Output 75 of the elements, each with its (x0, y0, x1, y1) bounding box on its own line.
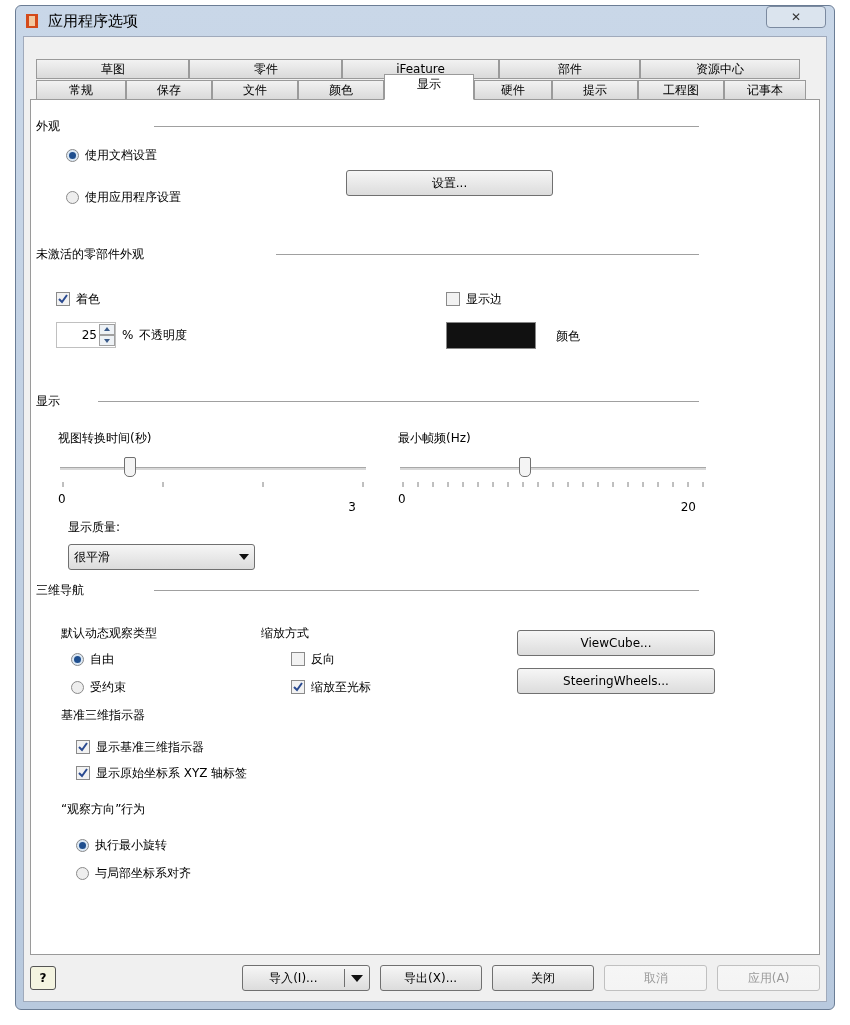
tab[interactable]: 文件 (212, 80, 298, 101)
radio-label: 执行最小旋转 (95, 837, 167, 855)
slider-thumb[interactable] (519, 457, 532, 478)
tab[interactable]: 保存 (126, 80, 212, 101)
checkbox-label: 着色 (76, 291, 100, 309)
section-title: 三维导航 (36, 582, 85, 600)
radio-button[interactable] (66, 148, 79, 162)
group-label: 默认动态观察类型 (61, 625, 158, 643)
button[interactable]: 设置... (346, 170, 553, 197)
slider-max: 3 (348, 499, 356, 517)
slider-min: 0 (58, 491, 66, 509)
radio-button[interactable] (71, 652, 84, 666)
slider-label: 最小帧频(Hz) (398, 430, 472, 448)
checkbox[interactable] (56, 292, 70, 307)
radio-label: 使用应用程序设置 (85, 189, 181, 207)
window-title: 应用程序选项 (48, 10, 138, 32)
section-title: 外观 (36, 118, 61, 136)
import-button[interactable]: 导入(I)... (241, 965, 370, 992)
checkbox-label: 显示原始坐标系 XYZ 轴标签 (96, 765, 248, 783)
checkbox[interactable] (291, 652, 305, 667)
radio-label: 与局部坐标系对齐 (95, 865, 191, 883)
group-label: “观察方向”行为 (61, 801, 147, 819)
radio-button[interactable] (71, 680, 84, 694)
tab[interactable]: 工程图 (638, 80, 724, 101)
opacity-label: 不透明度 (139, 327, 188, 345)
color-swatch[interactable] (446, 322, 536, 350)
checkbox-label: 显示边 (466, 291, 502, 309)
slider-label: 视图转换时间(秒) (58, 430, 153, 448)
group-label: 缩放方式 (261, 625, 310, 643)
group-label: 基准三维指示器 (61, 707, 146, 725)
tab[interactable]: 提示 (552, 80, 638, 101)
button[interactable]: 导出(X)... (379, 965, 482, 992)
spin-box[interactable]: 25 (56, 322, 116, 349)
tab[interactable]: 显示 (384, 74, 474, 101)
slider-min: 0 (398, 491, 406, 509)
section-title: 未激活的零部件外观 (36, 246, 145, 264)
quality-dropdown[interactable]: 很平滑 (68, 544, 255, 571)
close-button[interactable]: ✕ (766, 6, 826, 29)
radio-label: 使用文档设置 (85, 147, 157, 165)
caret-icon[interactable] (350, 974, 363, 982)
slider-max: 20 (680, 499, 696, 517)
checkbox[interactable] (446, 292, 460, 307)
checkbox-label: 缩放至光标 (311, 679, 371, 697)
tab[interactable]: 常规 (36, 80, 126, 101)
color-label: 颜色 (556, 327, 580, 345)
unit-label: % (122, 327, 134, 345)
caret-icon (239, 554, 249, 561)
section-title: 显示 (36, 393, 61, 411)
button[interactable]: 关闭 (491, 965, 595, 992)
checkbox[interactable] (291, 680, 305, 695)
radio-label: 受约束 (90, 679, 126, 697)
tab[interactable]: 部件 (499, 59, 640, 80)
tab[interactable]: 资源中心 (640, 59, 800, 80)
radio-button[interactable] (66, 190, 79, 204)
tab[interactable]: 零件 (189, 59, 342, 80)
radio-button[interactable] (76, 866, 89, 880)
checkbox[interactable] (76, 766, 90, 781)
radio-button[interactable] (76, 838, 89, 852)
tab[interactable]: 草图 (36, 59, 189, 80)
spin-value: 25 (81, 327, 98, 345)
checkbox-label: 显示基准三维指示器 (96, 739, 204, 757)
checkbox[interactable] (76, 740, 90, 755)
help-button[interactable]: ? (30, 966, 56, 991)
radio-label: 自由 (90, 651, 114, 669)
tab[interactable]: 颜色 (298, 80, 384, 101)
dropdown-value: 很平滑 (74, 549, 111, 567)
checkbox-label: 反向 (311, 651, 335, 669)
button[interactable]: ViewCube... (517, 630, 715, 657)
quality-label: 显示质量: (68, 519, 122, 537)
slider-thumb[interactable] (124, 457, 137, 478)
tab[interactable]: 硬件 (474, 80, 552, 101)
app-logo-icon (24, 12, 40, 31)
tab[interactable]: 记事本 (724, 80, 806, 101)
button[interactable]: SteeringWheels... (517, 668, 715, 695)
spinner-arrows-icon[interactable] (99, 324, 115, 347)
